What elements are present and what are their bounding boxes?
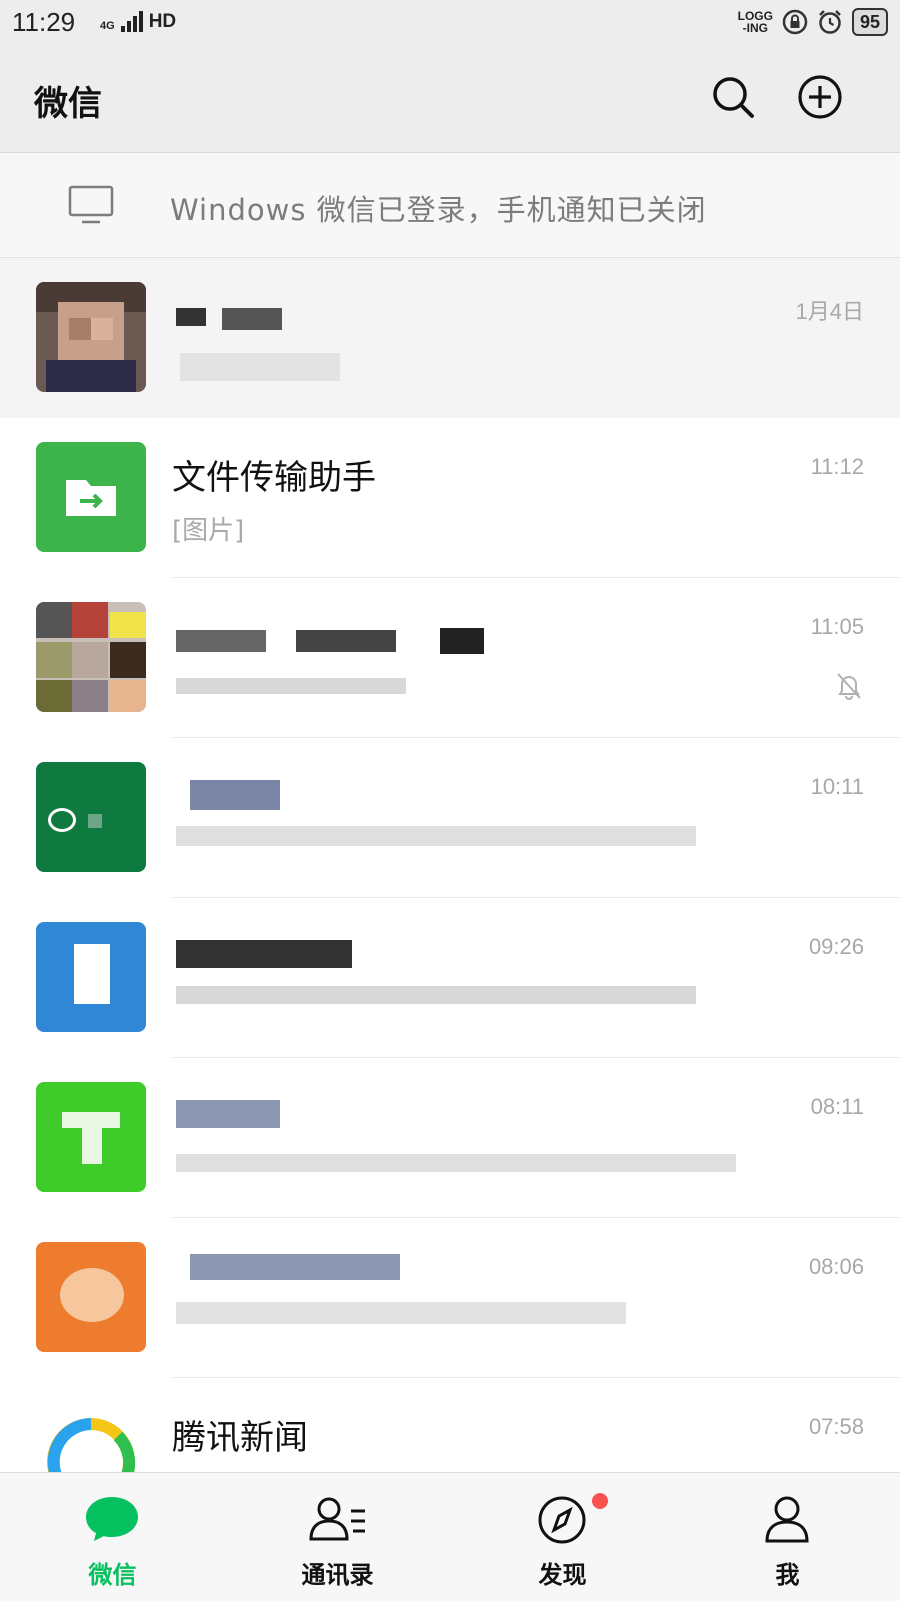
lock-rotation-icon <box>782 9 808 35</box>
chat-row[interactable]: 腾讯新闻 07:58 <box>0 1378 900 1472</box>
person-icon <box>765 1496 809 1543</box>
avatar <box>36 282 146 392</box>
chat-row[interactable]: 08:11 <box>0 1058 900 1218</box>
page-title: 微信 <box>34 84 102 124</box>
status-bar: 11:29 4G HD LOGG -ING 95 <box>0 0 900 46</box>
chat-row[interactable]: 09:26 <box>0 898 900 1058</box>
desktop-monitor-icon <box>68 185 114 224</box>
chat-time: 11:12 <box>810 454 864 479</box>
tab-chats[interactable]: 微信 <box>0 1473 225 1601</box>
alarm-icon <box>819 10 841 34</box>
chat-row[interactable]: 10:11 <box>0 738 900 898</box>
search-icon[interactable] <box>710 74 756 120</box>
redacted-preview <box>176 678 406 694</box>
status-time: 11:29 <box>12 7 76 37</box>
chat-name: 文件传输助手 <box>172 458 376 498</box>
hd-label: HD <box>148 11 177 32</box>
chat-time: 09:26 <box>808 934 864 959</box>
signal-icon <box>120 10 143 32</box>
chat-bubble-icon <box>86 1497 138 1541</box>
tab-label: 我 <box>775 1561 800 1589</box>
group-avatar <box>36 602 146 712</box>
chat-time: 10:11 <box>810 774 864 799</box>
logging-line2: -ING <box>742 21 768 35</box>
redacted-preview <box>176 986 696 1004</box>
redacted-name <box>176 630 266 652</box>
chat-time: 08:06 <box>808 1254 864 1279</box>
folder-arrow-icon <box>66 480 116 516</box>
avatar <box>36 922 146 1032</box>
tencent-news-icon <box>47 1418 136 1472</box>
plus-circle-icon[interactable] <box>797 74 843 120</box>
network-type: 4G <box>100 20 115 32</box>
chat-row[interactable]: 文件传输助手 [图片] 11:12 <box>0 418 900 578</box>
news-avatar <box>36 1402 146 1472</box>
file-transfer-avatar <box>36 442 146 552</box>
chat-row[interactable]: 1月4日 <box>0 258 900 418</box>
compass-icon <box>538 1496 586 1544</box>
redacted-name <box>176 1100 280 1128</box>
chat-time: 08:11 <box>810 1094 864 1119</box>
chat-row[interactable]: 11:05 <box>0 578 900 738</box>
tab-discover[interactable]: 发现 <box>450 1473 675 1601</box>
redacted-name <box>190 1254 400 1280</box>
bottom-tab-bar: 微信 通讯录 发现 我 <box>0 1472 900 1601</box>
tab-label: 发现 <box>538 1561 587 1589</box>
app-header: 微信 <box>0 46 900 153</box>
chat-name: 腾讯新闻 <box>172 1418 308 1458</box>
tab-contacts[interactable]: 通讯录 <box>225 1473 450 1601</box>
redacted-name <box>190 780 280 810</box>
redacted-name <box>176 308 206 326</box>
redacted-preview <box>176 1302 626 1324</box>
chat-preview: [图片] <box>172 516 245 546</box>
avatar <box>36 1082 146 1192</box>
redacted-preview <box>180 353 340 381</box>
redacted-name <box>296 630 396 652</box>
chat-time: 1月4日 <box>795 299 864 324</box>
login-notice-text: Windows 微信已登录，手机通知已关闭 <box>170 193 707 227</box>
redacted-name <box>440 628 484 654</box>
avatar <box>36 762 146 872</box>
status-icons: LOGG -ING 95 <box>738 8 888 36</box>
chat-time: 07:58 <box>808 1414 864 1439</box>
redacted-preview <box>176 826 696 846</box>
tab-me[interactable]: 我 <box>675 1473 900 1601</box>
mute-bell-icon <box>837 673 861 700</box>
chat-time: 11:05 <box>810 614 864 639</box>
battery-indicator: 95 <box>851 8 888 36</box>
network-indicator: 4G HD <box>100 10 176 32</box>
chat-row[interactable]: 08:06 <box>0 1218 900 1378</box>
contacts-icon <box>309 1497 365 1541</box>
tab-label: 通讯录 <box>301 1561 374 1589</box>
avatar <box>36 1242 146 1352</box>
redacted-name <box>176 940 352 968</box>
redacted-name <box>222 308 282 330</box>
notification-dot <box>592 1493 608 1509</box>
redacted-preview <box>176 1154 736 1172</box>
login-notice-banner[interactable]: Windows 微信已登录，手机通知已关闭 <box>0 153 900 258</box>
logging-indicator: LOGG -ING <box>738 10 773 34</box>
tab-label: 微信 <box>88 1561 137 1589</box>
